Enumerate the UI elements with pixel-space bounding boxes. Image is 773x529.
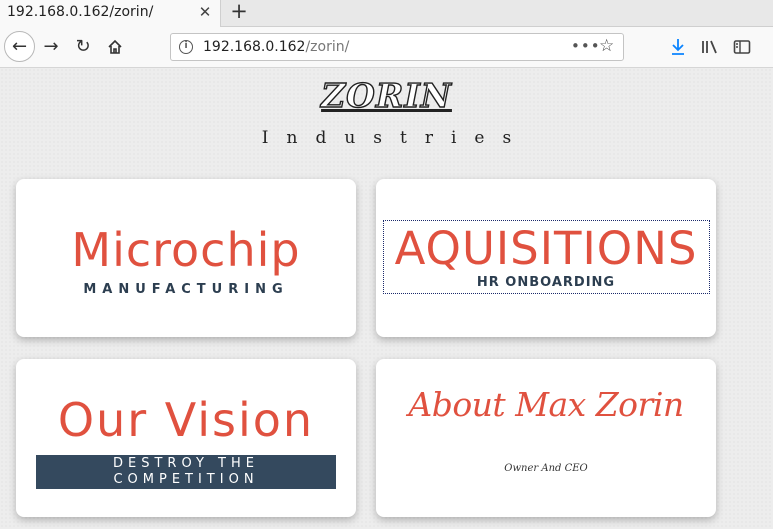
navigation-toolbar: ← → ↻ i 192.168.0.162/zorin/ ••• ☆ (0, 27, 773, 68)
reload-icon[interactable]: ↻ (69, 33, 97, 61)
sidebar-icon[interactable] (730, 33, 754, 61)
card-aquisitions[interactable]: AQUISITIONS HR ONBOARDING (376, 179, 716, 337)
card-subtitle: MANUFACTURING (83, 282, 289, 297)
forward-icon[interactable]: → (37, 33, 65, 61)
card-title: AQUISITIONS (394, 222, 698, 275)
download-icon[interactable] (666, 33, 690, 61)
url-text[interactable]: 192.168.0.162/zorin/ (203, 39, 349, 55)
home-icon[interactable] (101, 33, 129, 61)
card-banner: DESTROY THE COMPETITION (36, 455, 336, 489)
page-actions-icon[interactable]: ••• (571, 37, 601, 55)
card-subtitle: HR ONBOARDING (476, 275, 616, 290)
card-title: Microchip (71, 223, 301, 277)
card-title: Our Vision (57, 393, 315, 447)
info-icon[interactable]: i (179, 40, 193, 54)
tab-bar: 192.168.0.162/zorin/ ✕ + (0, 0, 773, 27)
card-caption: Owner And CEO (504, 463, 588, 474)
card-title: About Max Zorin (408, 385, 684, 424)
card-about-max-zorin[interactable]: About Max Zorin Owner And CEO (376, 359, 716, 517)
url-path: /zorin/ (305, 39, 350, 55)
library-icon[interactable] (698, 33, 722, 61)
close-icon[interactable]: ✕ (196, 2, 214, 22)
new-tab-icon[interactable]: + (228, 0, 250, 24)
card-microchip[interactable]: Microchip MANUFACTURING (16, 179, 356, 337)
url-host: 192.168.0.162 (203, 39, 306, 55)
bookmark-star-icon[interactable]: ☆ (599, 36, 614, 56)
site-tagline: Industries (261, 128, 530, 148)
site-logo[interactable]: ZORIN (0, 75, 773, 115)
card-our-vision[interactable]: Our Vision DESTROY THE COMPETITION (16, 359, 356, 517)
page-content: ZORIN Industries Microchip MANUFACTURING… (0, 68, 773, 529)
tab-active[interactable]: 192.168.0.162/zorin/ ✕ (0, 0, 221, 27)
tab-title: 192.168.0.162/zorin/ (7, 4, 154, 20)
back-icon[interactable]: ← (4, 31, 35, 62)
url-bar[interactable]: i 192.168.0.162/zorin/ ••• ☆ (170, 33, 624, 61)
